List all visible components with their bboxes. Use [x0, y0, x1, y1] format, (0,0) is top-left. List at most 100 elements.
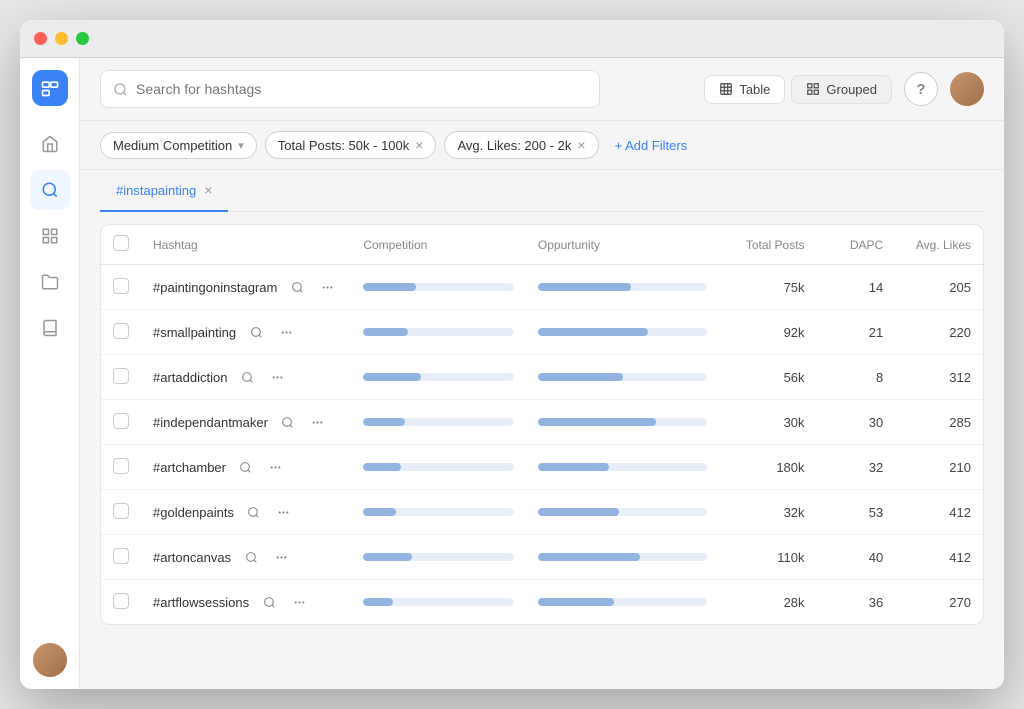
add-filters-button[interactable]: + Add Filters: [607, 133, 696, 158]
row-opportunity-2: [526, 355, 719, 400]
table-row: #paintingoninstagram: [101, 265, 983, 310]
search-action-6[interactable]: [239, 545, 263, 569]
sidebar-item-search[interactable]: [30, 170, 70, 210]
row-hashtag-cell-0: #paintingoninstagram: [141, 265, 351, 310]
title-bar: [20, 20, 1004, 58]
sidebar-item-analytics[interactable]: [30, 216, 70, 256]
row-dapc-4: 32: [817, 445, 896, 490]
row-dapc-2: 8: [817, 355, 896, 400]
help-icon: ?: [916, 81, 925, 98]
tab-instapainting[interactable]: #instapainting ×: [100, 170, 228, 212]
user-avatar[interactable]: [950, 72, 984, 106]
filter-bar: Medium Competition ▾ Total Posts: 50k - …: [80, 121, 1004, 170]
tab-label: #instapainting: [116, 183, 196, 198]
select-all-checkbox[interactable]: [113, 235, 129, 251]
row-actions-7: [257, 590, 311, 614]
table-view-button[interactable]: Table: [704, 75, 785, 104]
sidebar-item-home[interactable]: [30, 124, 70, 164]
more-action-6[interactable]: [269, 545, 293, 569]
chart-icon: [41, 227, 59, 245]
competition-filter[interactable]: Medium Competition ▾: [100, 132, 257, 159]
row-total-posts-4: 180k: [719, 445, 816, 490]
row-dapc-6: 40: [817, 535, 896, 580]
row-opportunity-4: [526, 445, 719, 490]
more-action-0[interactable]: [315, 275, 339, 299]
view-toggle: Table Grouped: [704, 75, 892, 104]
row-avg-likes-6: 412: [895, 535, 983, 580]
search-action-5[interactable]: [242, 500, 266, 524]
row-checkbox-7[interactable]: [113, 593, 129, 609]
search-input[interactable]: [136, 81, 587, 97]
row-avg-likes-2: 312: [895, 355, 983, 400]
search-action-3[interactable]: [276, 410, 300, 434]
row-checkbox-1[interactable]: [113, 323, 129, 339]
header-competition: Competition: [351, 225, 526, 265]
avg-likes-filter-label: Avg. Likes: 200 - 2k: [457, 138, 571, 153]
row-checkbox-4[interactable]: [113, 458, 129, 474]
app-logo[interactable]: [32, 70, 68, 106]
row-avg-likes-7: 270: [895, 580, 983, 625]
row-opportunity-6: [526, 535, 719, 580]
table-row: #independantmaker: [101, 400, 983, 445]
row-checkbox-cell: [101, 355, 141, 400]
row-checkbox-6[interactable]: [113, 548, 129, 564]
more-action-3[interactable]: [306, 410, 330, 434]
row-dapc-7: 36: [817, 580, 896, 625]
row-checkbox-3[interactable]: [113, 413, 129, 429]
total-posts-filter[interactable]: Total Posts: 50k - 100k ×: [265, 131, 437, 159]
row-avg-likes-5: 412: [895, 490, 983, 535]
app-window: Table Grouped ?: [20, 20, 1004, 689]
sidebar-avatar[interactable]: [33, 643, 67, 677]
more-action-2[interactable]: [265, 365, 289, 389]
row-checkbox-cell: [101, 310, 141, 355]
row-checkbox-2[interactable]: [113, 368, 129, 384]
row-hashtag-cell-1: #smallpainting: [141, 310, 351, 355]
search-bar[interactable]: [100, 70, 600, 108]
more-action-4[interactable]: [264, 455, 288, 479]
avg-likes-filter[interactable]: Avg. Likes: 200 - 2k ×: [444, 131, 598, 159]
hashtag-text-0: #paintingoninstagram: [153, 280, 277, 295]
search-action-0[interactable]: [285, 275, 309, 299]
search-action-4[interactable]: [234, 455, 258, 479]
row-competition-2: [351, 355, 526, 400]
row-dapc-0: 14: [817, 265, 896, 310]
row-competition-1: [351, 310, 526, 355]
search-action-7[interactable]: [257, 590, 281, 614]
search-action-2[interactable]: [235, 365, 259, 389]
maximize-button[interactable]: [76, 32, 89, 45]
data-table: Hashtag Competition Oppurtunity Total Po…: [101, 225, 983, 624]
hashtag-text-3: #independantmaker: [153, 415, 268, 430]
minimize-button[interactable]: [55, 32, 68, 45]
header-checkbox-cell: [101, 225, 141, 265]
table-row: #artoncanvas: [101, 535, 983, 580]
search-bar-icon: [113, 82, 128, 97]
table-row: #artchamber: [101, 445, 983, 490]
more-action-5[interactable]: [272, 500, 296, 524]
table-body: #paintingoninstagram: [101, 265, 983, 625]
total-posts-filter-label: Total Posts: 50k - 100k: [278, 138, 410, 153]
tab-close-icon[interactable]: ×: [204, 182, 212, 198]
search-action-1[interactable]: [244, 320, 268, 344]
more-action-7[interactable]: [287, 590, 311, 614]
row-hashtag-cell-6: #artoncanvas: [141, 535, 351, 580]
total-posts-close-icon[interactable]: ×: [415, 137, 423, 153]
sidebar-item-folder[interactable]: [30, 262, 70, 302]
table-row: #goldenpaints: [101, 490, 983, 535]
table-header: Hashtag Competition Oppurtunity Total Po…: [101, 225, 983, 265]
app-body: Table Grouped ?: [20, 58, 1004, 689]
header-avg-likes: Avg. Likes: [895, 225, 983, 265]
row-checkbox-0[interactable]: [113, 278, 129, 294]
row-competition-4: [351, 445, 526, 490]
row-checkbox-cell: [101, 400, 141, 445]
more-action-1[interactable]: [274, 320, 298, 344]
row-total-posts-0: 75k: [719, 265, 816, 310]
row-dapc-3: 30: [817, 400, 896, 445]
row-checkbox-5[interactable]: [113, 503, 129, 519]
row-dapc-5: 53: [817, 490, 896, 535]
avg-likes-close-icon[interactable]: ×: [577, 137, 585, 153]
close-button[interactable]: [34, 32, 47, 45]
grouped-view-button[interactable]: Grouped: [791, 75, 892, 104]
sidebar-item-library[interactable]: [30, 308, 70, 348]
help-button[interactable]: ?: [904, 72, 938, 106]
row-actions-4: [234, 455, 288, 479]
